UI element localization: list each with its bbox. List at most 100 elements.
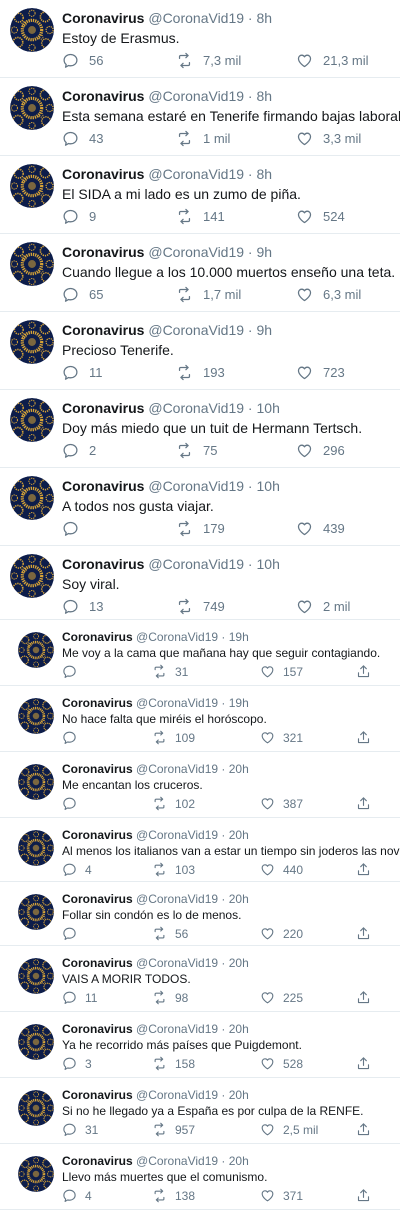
author-handle[interactable]: @CoronaVid19 [136, 630, 218, 644]
share-button[interactable] [356, 1188, 379, 1203]
tweet[interactable]: Coronavirus @CoronaVid19 · 10h A todos no… [0, 468, 400, 546]
reply-button[interactable] [62, 730, 85, 745]
reply-button[interactable]: 9 [62, 208, 96, 225]
retweet-button[interactable]: 1 mil [176, 130, 230, 147]
share-button[interactable] [356, 730, 379, 745]
timestamp[interactable]: 8h [257, 10, 273, 26]
timestamp[interactable]: 8h [257, 166, 273, 182]
timestamp[interactable]: 20h [229, 1088, 249, 1102]
retweet-button[interactable]: 749 [176, 598, 225, 615]
avatar[interactable] [10, 164, 54, 208]
like-button[interactable]: 387 [260, 796, 303, 811]
timestamp[interactable]: 20h [229, 892, 249, 906]
timestamp[interactable]: 20h [229, 762, 249, 776]
like-button[interactable]: 157 [260, 664, 303, 679]
timestamp[interactable]: 19h [229, 630, 249, 644]
tweet[interactable]: Coronavirus @CoronaVid19 · 8h Estoy de Er… [0, 0, 400, 78]
reply-button[interactable]: 56 [62, 52, 103, 69]
tweet[interactable]: Coronavirus @CoronaVid19 · 19h No hace fa… [0, 686, 400, 752]
retweet-button[interactable]: 102 [152, 796, 195, 811]
retweet-button[interactable]: 109 [152, 730, 195, 745]
avatar[interactable] [18, 1024, 54, 1060]
like-button[interactable]: 440 [260, 862, 303, 877]
like-button[interactable]: 524 [296, 208, 345, 225]
timestamp[interactable]: 19h [229, 696, 249, 710]
reply-button[interactable]: 3 [62, 1056, 92, 1071]
like-button[interactable]: 296 [296, 442, 345, 459]
retweet-button[interactable]: 98 [152, 990, 188, 1005]
reply-button[interactable]: 4 [62, 1188, 92, 1203]
reply-button[interactable] [62, 520, 89, 537]
author-name[interactable]: Coronavirus [62, 956, 133, 970]
author-name[interactable]: Coronavirus [62, 88, 144, 104]
author-name[interactable]: Coronavirus [62, 10, 144, 26]
timestamp[interactable]: 20h [229, 1022, 249, 1036]
retweet-button[interactable]: 31 [152, 664, 188, 679]
avatar[interactable] [18, 698, 54, 734]
timestamp[interactable]: 10h [257, 556, 280, 572]
reply-button[interactable]: 31 [62, 1122, 98, 1137]
like-button[interactable]: 321 [260, 730, 303, 745]
author-handle[interactable]: @CoronaVid19 [148, 88, 244, 104]
author-handle[interactable]: @CoronaVid19 [148, 556, 244, 572]
author-name[interactable]: Coronavirus [62, 828, 133, 842]
avatar[interactable] [18, 1090, 54, 1126]
retweet-button[interactable]: 1,7 mil [176, 286, 241, 303]
avatar[interactable] [18, 958, 54, 994]
like-button[interactable]: 21,3 mil [296, 52, 369, 69]
avatar[interactable] [10, 398, 54, 442]
retweet-button[interactable]: 158 [152, 1056, 195, 1071]
tweet[interactable]: Coronavirus @CoronaVid19 · 9h Precioso Te… [0, 312, 400, 390]
avatar[interactable] [10, 242, 54, 286]
author-name[interactable]: Coronavirus [62, 1022, 133, 1036]
author-handle[interactable]: @CoronaVid19 [148, 400, 244, 416]
retweet-button[interactable]: 179 [176, 520, 225, 537]
like-button[interactable]: 723 [296, 364, 345, 381]
tweet[interactable]: Coronavirus @CoronaVid19 · 20h Ya he reco… [0, 1012, 400, 1078]
reply-button[interactable]: 11 [62, 364, 103, 381]
author-handle[interactable]: @CoronaVid19 [148, 478, 244, 494]
share-button[interactable] [356, 1122, 379, 1137]
author-name[interactable]: Coronavirus [62, 762, 133, 776]
like-button[interactable]: 371 [260, 1188, 303, 1203]
share-button[interactable] [356, 1056, 379, 1071]
tweet[interactable]: Coronavirus @CoronaVid19 · 10h Soy viral.… [0, 546, 400, 620]
retweet-button[interactable]: 56 [152, 926, 188, 941]
timestamp[interactable]: 20h [229, 1154, 249, 1168]
timestamp[interactable]: 9h [257, 244, 273, 260]
retweet-button[interactable]: 957 [152, 1122, 195, 1137]
avatar[interactable] [10, 8, 54, 52]
avatar[interactable] [10, 320, 54, 364]
reply-button[interactable]: 2 [62, 442, 96, 459]
like-button[interactable]: 528 [260, 1056, 303, 1071]
author-handle[interactable]: @CoronaVid19 [136, 892, 218, 906]
author-name[interactable]: Coronavirus [62, 1088, 133, 1102]
author-handle[interactable]: @CoronaVid19 [148, 322, 244, 338]
avatar[interactable] [10, 476, 54, 520]
tweet[interactable]: Coronavirus @CoronaVid19 · 8h El SIDA a m… [0, 156, 400, 234]
author-handle[interactable]: @CoronaVid19 [136, 762, 218, 776]
like-button[interactable]: 225 [260, 990, 303, 1005]
author-name[interactable]: Coronavirus [62, 696, 133, 710]
retweet-button[interactable]: 141 [176, 208, 225, 225]
avatar[interactable] [10, 86, 54, 130]
timestamp[interactable]: 8h [257, 88, 273, 104]
retweet-button[interactable]: 75 [176, 442, 217, 459]
tweet[interactable]: Coronavirus @CoronaVid19 · 8h Esta semana… [0, 78, 400, 156]
retweet-button[interactable]: 103 [152, 862, 195, 877]
author-handle[interactable]: @CoronaVid19 [136, 1022, 218, 1036]
timestamp[interactable]: 20h [229, 956, 249, 970]
retweet-button[interactable]: 7,3 mil [176, 52, 241, 69]
share-button[interactable] [356, 796, 379, 811]
author-name[interactable]: Coronavirus [62, 244, 144, 260]
reply-button[interactable]: 11 [62, 990, 97, 1005]
tweet[interactable]: Coronavirus @CoronaVid19 · 10h Doy más mi… [0, 390, 400, 468]
share-button[interactable] [356, 926, 379, 941]
reply-button[interactable] [62, 664, 85, 679]
like-button[interactable]: 220 [260, 926, 303, 941]
like-button[interactable]: 2 mil [296, 598, 350, 615]
reply-button[interactable] [62, 926, 85, 941]
reply-button[interactable]: 43 [62, 130, 103, 147]
tweet[interactable]: Coronavirus @CoronaVid19 · 20h Follar sin… [0, 882, 400, 946]
like-button[interactable]: 6,3 mil [296, 286, 361, 303]
